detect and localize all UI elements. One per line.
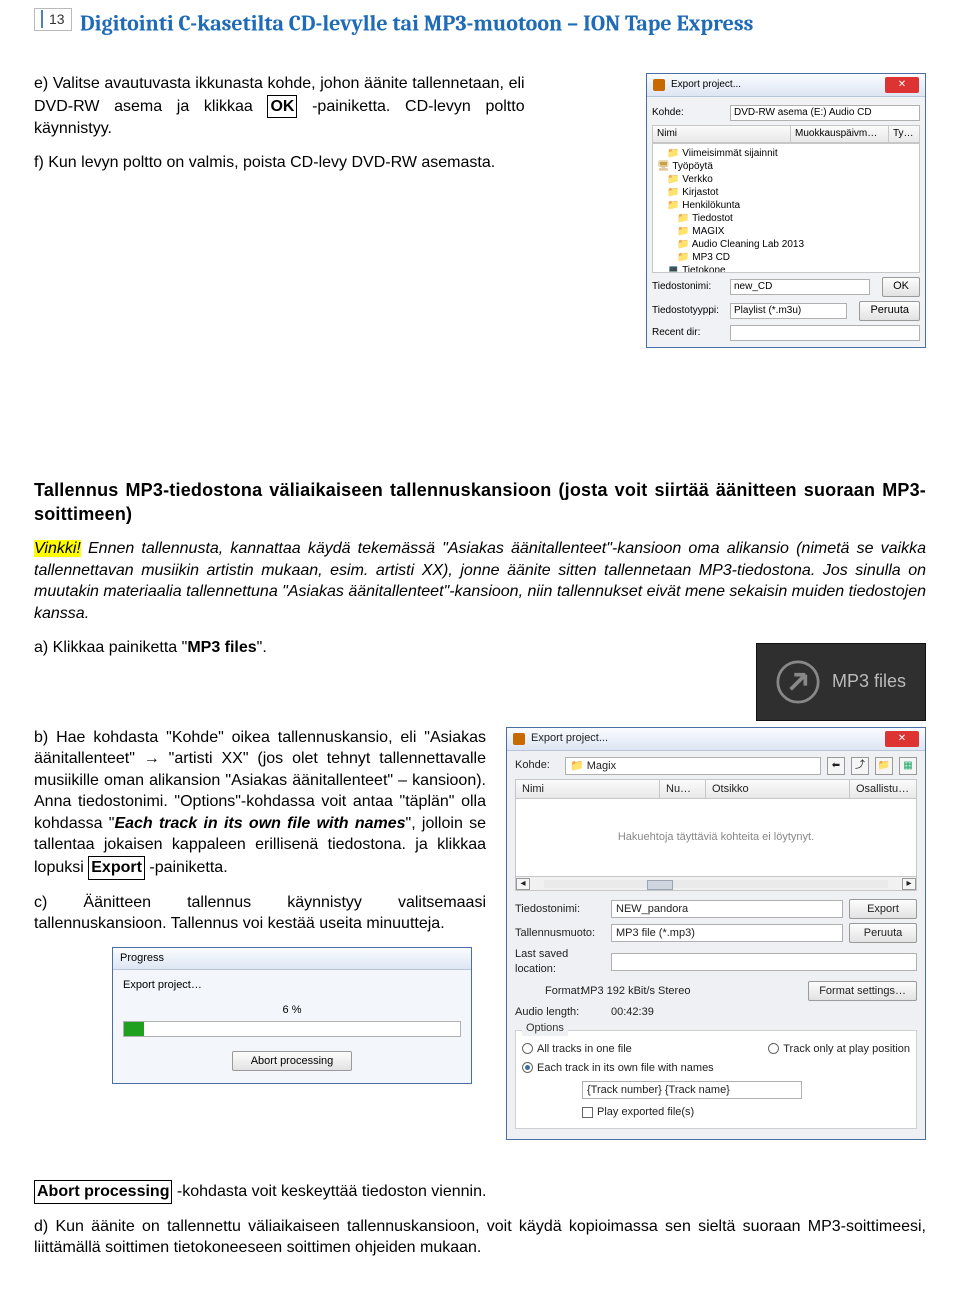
page-number: 13 [49, 10, 65, 29]
format-value: MP3 192 kBit/s Stereo [581, 984, 690, 999]
pattern-input[interactable]: {Track number} {Track name} [582, 1081, 802, 1099]
peruuta-button[interactable]: Peruuta [859, 301, 920, 321]
dialog-titlebar: Export project... ✕ [647, 74, 925, 97]
kohde-select[interactable]: 📁 Magix [565, 757, 821, 775]
rd-label: Recent dir: [652, 326, 726, 340]
mp3-files-label: MP3 files [832, 669, 906, 693]
paragraph-abort: Abort processing -kohdasta voit keskeytt… [34, 1180, 926, 1204]
export-dialog-main: Export project... ✕ Kohde: 📁 Magix ⬅ ⤴ 📁… [506, 727, 926, 1141]
scroll-left-icon[interactable]: ◂ [516, 878, 530, 890]
format-settings-button[interactable]: Format settings… [808, 981, 917, 1001]
options-group: Options All tracks in one file Track onl… [515, 1030, 917, 1129]
col-osal[interactable]: Osallistu… [850, 780, 916, 799]
rd-select[interactable] [730, 325, 920, 341]
options-title: Options [522, 1021, 568, 1036]
tm-select[interactable]: MP3 file (*.mp3) [611, 924, 843, 942]
tn-input[interactable]: NEW_pandora [611, 900, 843, 918]
progress-dialog: Progress Export project… 6 % Abort proce… [112, 947, 472, 1085]
up-icon[interactable]: ⤴ [851, 757, 869, 775]
tt-label: Tiedostotyyppi: [652, 304, 726, 318]
kohde-label: Kohde: [652, 106, 726, 120]
opt-trackonly[interactable]: Track only at play position [768, 1042, 910, 1057]
tm-label: Tallennusmuoto: [515, 926, 605, 941]
mp3-files-button[interactable]: MP3 files [756, 643, 926, 721]
tn-label: Tiedostonimi: [515, 902, 605, 917]
paragraph-c: c) Äänitteen tallennus käynnistyy valits… [34, 892, 486, 935]
tn-label: Tiedostonimi: [652, 280, 726, 294]
list-header: Nimi Nu… Otsikko Osallistu… [515, 779, 917, 800]
progress-percent: 6 % [123, 1003, 461, 1018]
progress-title: Progress [113, 948, 471, 970]
ok-inline: OK [267, 95, 297, 119]
document-title: Digitointi C-kasetilta CD-levylle tai MP… [80, 10, 753, 36]
view-icon[interactable]: ▦ [899, 757, 917, 775]
opt-all[interactable]: All tracks in one file [522, 1042, 632, 1057]
export-button[interactable]: Export [849, 899, 917, 919]
folder-icon: 📁 [570, 760, 584, 772]
abort-processing-button[interactable]: Abort processing [232, 1051, 353, 1071]
audiolen-label: Audio length: [515, 1005, 605, 1020]
opt-each[interactable]: Each track in its own file with names [522, 1062, 714, 1074]
vinkki-label: Vinkki! [34, 540, 81, 557]
play-exported[interactable]: Play exported file(s) [582, 1106, 694, 1118]
file-list[interactable]: Hakuehtoja täyttäviä kohteita ei löytyny… [515, 799, 917, 877]
folder-tree[interactable]: 📁 Viimeisimmät sijainnit 🖥 Työpöytä 📁 Ve… [652, 143, 920, 273]
tt-select[interactable]: Playlist (*.m3u) [730, 303, 847, 319]
share-arrow-icon [776, 660, 820, 704]
dialog-title: Export project... [531, 731, 608, 746]
scroll-right-icon[interactable]: ▸ [902, 878, 916, 890]
close-icon[interactable]: ✕ [885, 731, 919, 747]
lastsaved-label: Last saved location: [515, 947, 605, 977]
lastsaved-input[interactable] [611, 953, 917, 971]
col-otsikko[interactable]: Otsikko [706, 780, 850, 799]
format-label: Format: [515, 984, 575, 999]
col-nu[interactable]: Nu… [660, 780, 706, 799]
dialog-title: Export project... [671, 78, 741, 92]
vinkki-paragraph: Vinkki! Ennen tallennusta, kannattaa käy… [34, 538, 926, 624]
peruuta-button[interactable]: Peruuta [849, 923, 917, 943]
paragraph-f: f) Kun levyn poltto on valmis, poista CD… [34, 152, 525, 174]
paragraph-b: b) Hae kohdasta "Kohde" oikea tallennusk… [34, 727, 486, 880]
page-number-box: 13 [34, 8, 72, 31]
close-icon[interactable]: ✕ [885, 77, 919, 93]
col-nimi[interactable]: Nimi [653, 126, 791, 142]
dialog-titlebar: Export project... ✕ [507, 728, 925, 751]
ok-button[interactable]: OK [882, 277, 920, 297]
disk-icon [653, 79, 665, 91]
abort-inline: Abort processing [34, 1180, 172, 1204]
tn-input[interactable]: new_CD [730, 279, 870, 295]
back-icon[interactable]: ⬅ [827, 757, 845, 775]
export-inline: Export [88, 856, 145, 880]
col-muok[interactable]: Muokkauspäivm… [791, 126, 889, 142]
new-folder-icon[interactable]: 📁 [875, 757, 893, 775]
heading-mp3: Tallennus MP3-tiedostona väliaikaiseen t… [34, 478, 926, 527]
disk-icon [513, 733, 525, 745]
audiolen-value: 00:42:39 [611, 1005, 654, 1020]
export-dialog-tree: Export project... ✕ Kohde: DVD-RW asema … [646, 73, 926, 348]
kohde-value[interactable]: DVD-RW asema (E:) Audio CD [730, 105, 920, 121]
progress-label: Export project… [123, 978, 461, 993]
col-nimi[interactable]: Nimi [516, 780, 660, 799]
kohde-label: Kohde: [515, 758, 559, 773]
page-header: 13 Digitointi C-kasetilta CD-levylle tai… [34, 8, 926, 39]
col-ty[interactable]: Ty… [889, 126, 919, 142]
progress-bar [123, 1021, 461, 1037]
scrollbar[interactable]: ◂ ▸ [515, 877, 917, 891]
paragraph-d: d) Kun äänite on tallennettu väliaikaise… [34, 1216, 926, 1259]
paragraph-e: e) Valitse avautuvasta ikkunasta kohde, … [34, 73, 525, 140]
